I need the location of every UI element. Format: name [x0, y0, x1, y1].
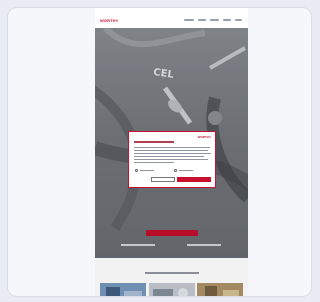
site-header: WORTHY: [95, 14, 248, 28]
main-nav: [184, 19, 242, 21]
dialog-option-radio[interactable]: [174, 169, 177, 172]
dialog-text-line: [134, 147, 210, 149]
dialog-text-line: [134, 150, 208, 152]
dialog-text-line: [134, 162, 174, 164]
nav-item[interactable]: [198, 19, 206, 21]
site-logo[interactable]: WORTHY: [100, 18, 118, 23]
section-title: [145, 272, 199, 274]
thumbnail-image[interactable]: [148, 283, 195, 297]
nav-item[interactable]: [184, 19, 194, 21]
dialog-option-label: [140, 170, 154, 172]
nav-item[interactable]: [210, 19, 219, 21]
content-section: [95, 258, 248, 297]
consent-dialog: WORTHY: [128, 131, 216, 188]
nav-item[interactable]: [235, 19, 242, 21]
dialog-text-line: [134, 153, 211, 155]
thumbnail-image[interactable]: [100, 283, 146, 297]
dialog-secondary-button[interactable]: [151, 177, 175, 182]
thumbnail-row: [100, 283, 243, 297]
dialog-title: [134, 141, 174, 143]
dialog-logo: WORTHY: [197, 135, 211, 139]
dialog-option-label: [179, 170, 193, 172]
dialog-text-line: [134, 159, 208, 161]
dialog-text-line: [134, 156, 204, 158]
dialog-option-radio[interactable]: [135, 169, 138, 172]
thumbnail-image[interactable]: [197, 283, 243, 297]
website-screenshot: WORTHY CEL WORTHY: [95, 8, 248, 297]
nav-item[interactable]: [223, 19, 231, 21]
preview-card: WORTHY CEL WORTHY: [7, 7, 312, 297]
dialog-accept-button[interactable]: [177, 177, 211, 182]
